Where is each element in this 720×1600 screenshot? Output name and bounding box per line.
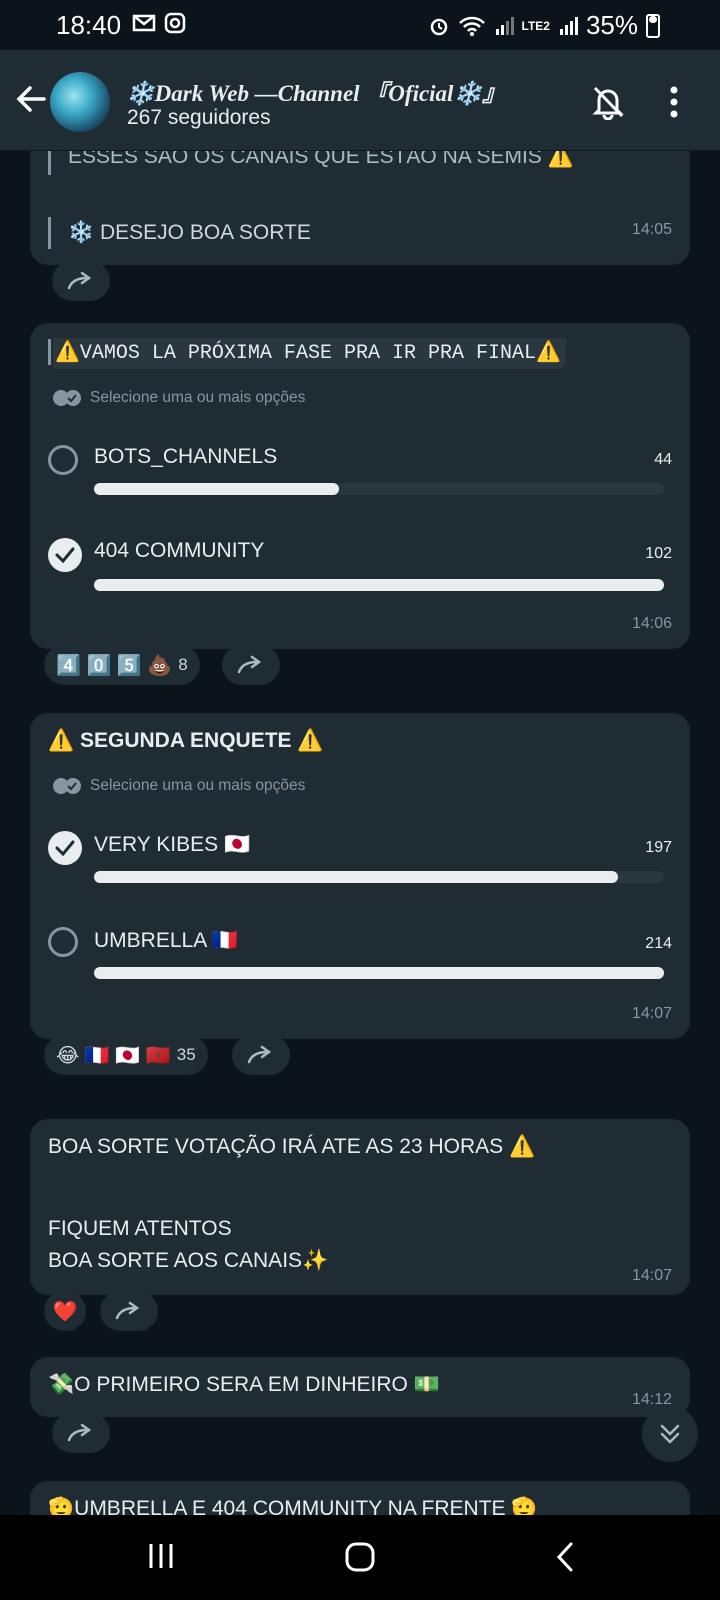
message-time: 14:06 bbox=[631, 615, 672, 632]
network-type: LTE2 bbox=[521, 18, 550, 33]
channel-title[interactable]: ❄️Dark Web —Channel 『Oficial❄️』 bbox=[126, 74, 505, 108]
forward-button[interactable] bbox=[100, 1291, 158, 1331]
message-bubble: 💸O PRIMEIRO SERA EM DINHEIRO 💵 14:12 bbox=[30, 1357, 690, 1417]
home-icon[interactable] bbox=[344, 1541, 376, 1573]
forward-icon bbox=[247, 1045, 272, 1064]
channel-avatar[interactable] bbox=[50, 72, 110, 132]
message-time: 14:07 bbox=[631, 1005, 672, 1022]
wifi-icon bbox=[458, 16, 485, 36]
message-time: 14:05 bbox=[631, 221, 672, 238]
poll-bubble: ⚠️ SEGUNDA ENQUETE ⚠️ Selecione uma ou m… bbox=[30, 713, 690, 1039]
forward-button[interactable] bbox=[232, 1035, 290, 1075]
status-time: 18:40 bbox=[56, 10, 122, 40]
system-nav-bar bbox=[0, 1515, 720, 1600]
follower-count: 267 seguidores bbox=[127, 106, 271, 129]
message-time: 14:07 bbox=[631, 1267, 672, 1284]
back-nav-icon[interactable] bbox=[554, 1541, 576, 1573]
recent-apps-icon[interactable] bbox=[146, 1541, 176, 1571]
reactions-pill[interactable]: 4️⃣ 0️⃣ 5️⃣ 💩 8 bbox=[44, 645, 200, 685]
message-bubble: BOA SORTE VOTAÇÃO IRÁ ATE AS 23 HORAS ⚠️… bbox=[30, 1119, 690, 1295]
forward-icon bbox=[237, 655, 262, 674]
checkmark-icon bbox=[55, 547, 75, 563]
poll-option-label[interactable]: VERY KIBES 🇯🇵 bbox=[94, 833, 250, 857]
battery-percent: 35% bbox=[585, 10, 638, 40]
poll-option-bar bbox=[94, 967, 664, 979]
battery-icon bbox=[646, 13, 660, 38]
reactions-pill[interactable]: ❤️ bbox=[44, 1291, 86, 1331]
double-chevron-down-icon bbox=[660, 1424, 680, 1444]
poll-bar-fill bbox=[94, 579, 664, 591]
message-text: FIQUEM ATENTOS bbox=[48, 1217, 232, 1240]
poll-bubble: ⚠️VAMOS LA PRÓXIMA FASE PRA IR PRA FINAL… bbox=[30, 323, 690, 649]
chat-header: ❄️Dark Web —Channel 『Oficial❄️』 267 segu… bbox=[0, 50, 720, 151]
poll-option-count: 44 bbox=[654, 451, 672, 468]
message-bubble: ESSES SÃO OS CANAIS QUE ESTÃO NA SEMIS ⚠… bbox=[30, 151, 690, 265]
reactions-pill[interactable]: 😂 🇫🇷 🇯🇵 🇲🇦 35 bbox=[44, 1035, 208, 1075]
poll-option-bar bbox=[94, 871, 664, 883]
poll-option-count: 214 bbox=[645, 935, 672, 952]
message-text: BOA SORTE VOTAÇÃO IRÁ ATE AS 23 HORAS ⚠️ bbox=[48, 1135, 536, 1158]
poll-option-label[interactable]: 404 COMMUNITY bbox=[94, 539, 264, 563]
poll-option-count: 102 bbox=[645, 545, 672, 562]
double-check-icon bbox=[53, 778, 81, 794]
checkmark-icon bbox=[55, 840, 75, 856]
poll-bar-fill bbox=[94, 483, 340, 495]
message-list[interactable]: ESSES SÃO OS CANAIS QUE ESTÃO NA SEMIS ⚠… bbox=[0, 151, 720, 1515]
poll-bar-fill bbox=[94, 871, 619, 883]
message-text: 💸O PRIMEIRO SERA EM DINHEIRO 💵 bbox=[48, 1373, 440, 1396]
gmail-icon bbox=[132, 14, 156, 32]
poll-bar-fill bbox=[94, 967, 664, 979]
message-text: ESSES SÃO OS CANAIS QUE ESTÃO NA SEMIS ⚠… bbox=[68, 151, 574, 168]
notifications-off-icon[interactable] bbox=[590, 84, 626, 120]
instagram-icon bbox=[164, 12, 186, 34]
poll-hint: Selecione uma ou mais opções bbox=[52, 389, 305, 407]
poll-option-label[interactable]: UMBRELLA 🇫🇷 bbox=[94, 929, 238, 953]
poll-question: ⚠️VAMOS LA PRÓXIMA FASE PRA IR PRA FINAL… bbox=[48, 338, 566, 369]
alarm-icon bbox=[430, 18, 447, 35]
message-text: 🫡UMBRELLA E 404 COMMUNITY NA FRENTE 🫡 bbox=[48, 1497, 538, 1515]
scroll-to-bottom-button[interactable] bbox=[642, 1406, 698, 1462]
message-text: BOA SORTE AOS CANAIS✨ bbox=[48, 1249, 329, 1272]
forward-icon bbox=[67, 271, 92, 290]
more-options-icon[interactable] bbox=[668, 84, 680, 120]
message-text: ❄️ DESEJO BOA SORTE bbox=[68, 221, 311, 244]
double-check-icon bbox=[53, 390, 81, 406]
poll-option-label[interactable]: BOTS_CHANNELS bbox=[94, 445, 277, 469]
poll-hint: Selecione uma ou mais opções bbox=[52, 777, 305, 795]
status-bar: 18:40 LTE2 35% bbox=[0, 0, 720, 50]
back-arrow-icon[interactable] bbox=[14, 82, 48, 116]
poll-option-bar bbox=[94, 579, 664, 591]
poll-question: ⚠️ SEGUNDA ENQUETE ⚠️ bbox=[48, 729, 324, 752]
poll-option-count: 197 bbox=[645, 839, 672, 856]
poll-option-checked[interactable] bbox=[48, 831, 82, 865]
poll-option-checked[interactable] bbox=[48, 538, 82, 572]
poll-option-bar bbox=[94, 483, 664, 495]
poll-option-radio[interactable] bbox=[48, 927, 78, 957]
forward-icon bbox=[115, 1301, 140, 1320]
forward-button[interactable] bbox=[52, 261, 110, 301]
forward-button[interactable] bbox=[222, 645, 280, 685]
signal-icon-2 bbox=[559, 16, 578, 35]
forward-button[interactable] bbox=[52, 1413, 110, 1453]
poll-option-radio[interactable] bbox=[48, 445, 78, 475]
message-bubble: 🫡UMBRELLA E 404 COMMUNITY NA FRENTE 🫡 bbox=[30, 1481, 690, 1515]
forward-icon bbox=[67, 1423, 92, 1442]
signal-icon bbox=[495, 16, 514, 35]
